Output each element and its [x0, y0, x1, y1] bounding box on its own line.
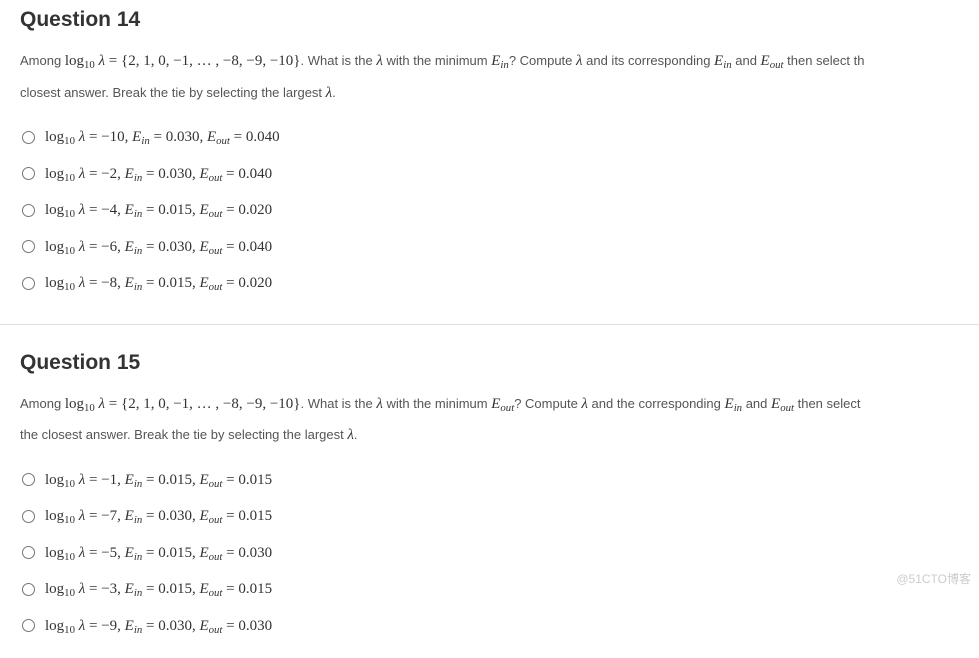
- prompt-text: ? Compute: [514, 396, 581, 411]
- question-15: Question 15 Among log10 λ = {2, 1, 0, −1…: [0, 343, 979, 658]
- choice-label: log10 λ = −6, Ein = 0.030, Eout = 0.040: [45, 233, 272, 262]
- prompt-text: then select th: [784, 53, 865, 68]
- prompt-text: closest answer. Break the tie by selecti…: [20, 85, 326, 100]
- prompt-text: and the corresponding: [588, 396, 725, 411]
- math-set: log10 λ = {2, 1, 0, −1, … , −8, −9, −10}: [65, 53, 301, 69]
- math-ein: Ein: [714, 53, 732, 69]
- choice-label: log10 λ = −2, Ein = 0.030, Eout = 0.040: [45, 160, 272, 189]
- prompt-text: and: [732, 53, 761, 68]
- choice-item[interactable]: log10 λ = −7, Ein = 0.030, Eout = 0.015: [20, 498, 959, 535]
- choice-item[interactable]: log10 λ = −2, Ein = 0.030, Eout = 0.040: [20, 156, 959, 193]
- math-eout: Eout: [761, 53, 784, 69]
- prompt-text: and its corresponding: [583, 53, 715, 68]
- choice-label: log10 λ = −7, Ein = 0.030, Eout = 0.015: [45, 502, 272, 531]
- choice-label: log10 λ = −8, Ein = 0.015, Eout = 0.020: [45, 269, 272, 298]
- question-14: Question 14 Among log10 λ = {2, 1, 0, −1…: [0, 0, 979, 316]
- choice-label: log10 λ = −4, Ein = 0.015, Eout = 0.020: [45, 196, 272, 225]
- prompt-text: ? Compute: [509, 53, 576, 68]
- prompt-text: then select: [794, 396, 861, 411]
- question-prompt: Among log10 λ = {2, 1, 0, −1, … , −8, −9…: [20, 46, 959, 109]
- choice-list: log10 λ = −1, Ein = 0.015, Eout = 0.015 …: [20, 462, 959, 645]
- choice-radio[interactable]: [22, 583, 35, 596]
- choice-item[interactable]: log10 λ = −4, Ein = 0.015, Eout = 0.020: [20, 192, 959, 229]
- choice-label: log10 λ = −9, Ein = 0.030, Eout = 0.030: [45, 612, 272, 641]
- choice-item[interactable]: log10 λ = −6, Ein = 0.030, Eout = 0.040: [20, 229, 959, 266]
- choice-radio[interactable]: [22, 131, 35, 144]
- choice-radio[interactable]: [22, 277, 35, 290]
- math-set: log10 λ = {2, 1, 0, −1, … , −8, −9, −10}: [65, 396, 301, 412]
- divider: [0, 324, 979, 325]
- question-prompt: Among log10 λ = {2, 1, 0, −1, … , −8, −9…: [20, 389, 959, 452]
- prompt-text: . What is the: [300, 53, 376, 68]
- question-title: Question 15: [20, 351, 959, 375]
- choice-item[interactable]: log10 λ = −9, Ein = 0.030, Eout = 0.030: [20, 608, 959, 645]
- choice-label: log10 λ = −5, Ein = 0.015, Eout = 0.030: [45, 539, 272, 568]
- prompt-text: with the minimum: [383, 53, 491, 68]
- choice-label: log10 λ = −3, Ein = 0.015, Eout = 0.015: [45, 575, 272, 604]
- choice-radio[interactable]: [22, 240, 35, 253]
- math-ein: Ein: [725, 396, 743, 412]
- choice-list: log10 λ = −10, Ein = 0.030, Eout = 0.040…: [20, 119, 959, 302]
- prompt-text: Among: [20, 396, 65, 411]
- choice-radio[interactable]: [22, 510, 35, 523]
- math-eout: Eout: [771, 396, 794, 412]
- choice-item[interactable]: log10 λ = −1, Ein = 0.015, Eout = 0.015: [20, 462, 959, 499]
- choice-item[interactable]: log10 λ = −3, Ein = 0.015, Eout = 0.015: [20, 571, 959, 608]
- choice-radio[interactable]: [22, 619, 35, 632]
- choice-radio[interactable]: [22, 204, 35, 217]
- prompt-text: .: [354, 427, 358, 442]
- prompt-text: .: [332, 85, 336, 100]
- watermark: @51CTO博客: [896, 570, 971, 587]
- choice-radio[interactable]: [22, 167, 35, 180]
- prompt-text: . What is the: [300, 396, 376, 411]
- choice-item[interactable]: log10 λ = −10, Ein = 0.030, Eout = 0.040: [20, 119, 959, 156]
- choice-radio[interactable]: [22, 546, 35, 559]
- prompt-text: Among: [20, 53, 65, 68]
- math-eout: Eout: [491, 396, 514, 412]
- choice-radio[interactable]: [22, 473, 35, 486]
- prompt-text: and: [742, 396, 771, 411]
- choice-item[interactable]: log10 λ = −5, Ein = 0.015, Eout = 0.030: [20, 535, 959, 572]
- prompt-text: with the minimum: [383, 396, 491, 411]
- math-ein: Ein: [491, 53, 509, 69]
- prompt-text: the closest answer. Break the tie by sel…: [20, 427, 347, 442]
- choice-item[interactable]: log10 λ = −8, Ein = 0.015, Eout = 0.020: [20, 265, 959, 302]
- choice-label: log10 λ = −10, Ein = 0.030, Eout = 0.040: [45, 123, 280, 152]
- choice-label: log10 λ = −1, Ein = 0.015, Eout = 0.015: [45, 466, 272, 495]
- question-title: Question 14: [20, 8, 959, 32]
